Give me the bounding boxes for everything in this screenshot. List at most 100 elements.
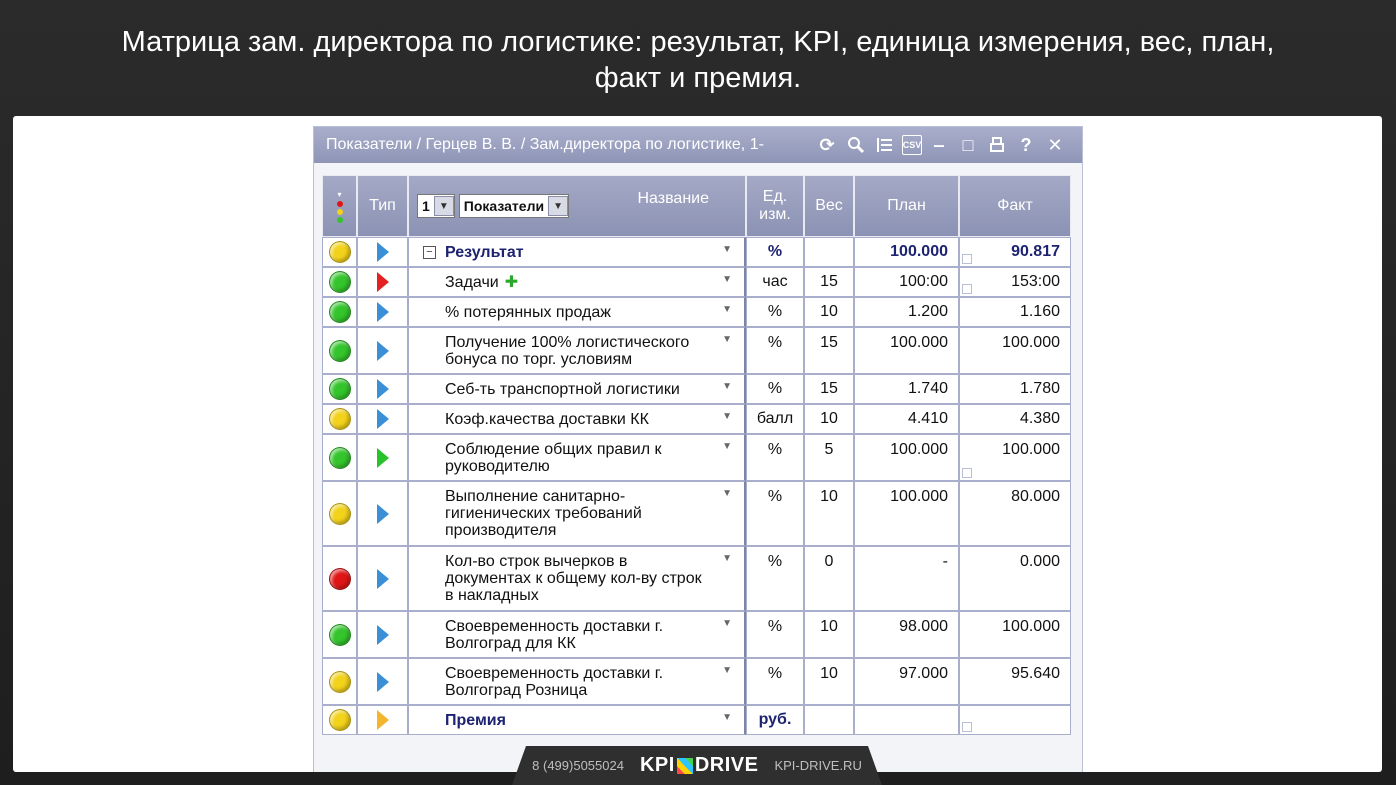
help-icon[interactable]: ?	[1014, 133, 1038, 157]
plan-cell[interactable]: 1.200	[854, 297, 959, 327]
play-triangle-icon[interactable]	[376, 379, 389, 399]
header-type[interactable]: Тип	[357, 175, 408, 237]
csv-icon[interactable]: CSV	[902, 135, 922, 155]
fact-cell[interactable]: 153:00	[959, 267, 1071, 297]
kpi-name-cell[interactable]: Соблюдение общих правил к руководителю ▼	[408, 434, 746, 481]
header-fact[interactable]: Факт	[959, 175, 1071, 237]
table-row[interactable]: Выполнение санитарно-гигиенических требо…	[322, 481, 1071, 546]
kpi-name-cell[interactable]: % потерянных продаж ▼	[408, 297, 746, 327]
type-cell[interactable]	[357, 434, 408, 481]
weight-cell[interactable]: 10	[804, 658, 854, 705]
weight-cell[interactable]: 15	[804, 374, 854, 404]
weight-cell[interactable]: 15	[804, 327, 854, 374]
fact-cell[interactable]: 100.000	[959, 434, 1071, 481]
dropdown-arrow-icon[interactable]: ▼	[722, 441, 732, 452]
dropdown-arrow-icon[interactable]: ▼	[722, 304, 732, 315]
weight-cell[interactable]: 10	[804, 611, 854, 658]
maximize-icon[interactable]: □	[956, 133, 980, 157]
fact-cell[interactable]: 80.000	[959, 481, 1071, 546]
kpi-name-cell[interactable]: Своевременность доставки г. Волгоград Ро…	[408, 658, 746, 705]
fact-cell[interactable]: 0.000	[959, 546, 1071, 611]
fact-cell[interactable]: 4.380	[959, 404, 1071, 434]
type-cell[interactable]	[357, 611, 408, 658]
type-cell[interactable]	[357, 658, 408, 705]
weight-cell[interactable]: 10	[804, 481, 854, 546]
header-plan[interactable]: План	[854, 175, 959, 237]
table-row[interactable]: Получение 100% логистического бонуса по …	[322, 327, 1071, 374]
table-row[interactable]: Коэф.качества доставки КК ▼ балл 10 4.410 4.3…	[322, 404, 1071, 434]
fact-cell[interactable]: 90.817	[959, 237, 1071, 267]
play-triangle-icon[interactable]	[376, 302, 389, 322]
kpi-name-cell[interactable]: Получение 100% логистического бонуса по …	[408, 327, 746, 374]
plan-cell[interactable]: 100.000	[854, 434, 959, 481]
dropdown-arrow-icon[interactable]: ▼	[722, 488, 732, 499]
close-icon[interactable]: ✕	[1043, 133, 1067, 157]
kpi-name-cell[interactable]: Задачи ✚ ▼	[408, 267, 746, 297]
fact-cell[interactable]: 1.780	[959, 374, 1071, 404]
plan-cell[interactable]: 100.000	[854, 481, 959, 546]
kpi-name-cell[interactable]: Кол-во строк вычерков в документах к общ…	[408, 546, 746, 611]
weight-cell[interactable]: 0	[804, 546, 854, 611]
weight-cell[interactable]: 10	[804, 404, 854, 434]
play-triangle-icon[interactable]	[376, 503, 389, 524]
header-name[interactable]: Название	[638, 190, 710, 208]
dropdown-arrow-icon[interactable]: ▼	[722, 244, 732, 255]
type-cell[interactable]	[357, 374, 408, 404]
table-row[interactable]: Задачи ✚ ▼ час 15 100:00 153:00	[322, 267, 1071, 297]
fact-cell[interactable]: 100.000	[959, 327, 1071, 374]
weight-cell[interactable]: 5	[804, 434, 854, 481]
fact-cell[interactable]: 1.160	[959, 297, 1071, 327]
collapse-icon[interactable]: −	[423, 246, 436, 259]
print-icon[interactable]	[985, 133, 1009, 157]
weight-cell[interactable]: 10	[804, 297, 854, 327]
play-triangle-icon[interactable]	[376, 340, 389, 361]
table-row[interactable]: Себ-ть транспортной логистики ▼% 15 1.740 1.…	[322, 374, 1071, 404]
table-row[interactable]: Кол-во строк вычерков в документах к общ…	[322, 546, 1071, 611]
plan-cell[interactable]: 98.000	[854, 611, 959, 658]
plan-cell[interactable]	[854, 705, 959, 735]
table-row[interactable]: % потерянных продаж ▼% 10 1.200 1.160	[322, 297, 1071, 327]
dropdown-arrow-icon[interactable]: ▼	[722, 334, 732, 345]
level-select[interactable]: 1 ▼	[417, 194, 455, 218]
table-row[interactable]: Премия ▼ руб.	[322, 705, 1071, 735]
kpi-name-cell[interactable]: Себ-ть транспортной логистики ▼	[408, 374, 746, 404]
comment-corner-icon[interactable]	[962, 722, 972, 732]
table-row[interactable]: Соблюдение общих правил к руководителю ▼%…	[322, 434, 1071, 481]
list-icon[interactable]	[873, 133, 897, 157]
dropdown-arrow-icon[interactable]: ▼	[722, 712, 732, 723]
dropdown-arrow-icon[interactable]: ▼	[722, 411, 732, 422]
header-unit[interactable]: Ед. изм.	[746, 175, 804, 237]
plan-cell[interactable]: 100.000	[854, 327, 959, 374]
search-icon[interactable]	[844, 133, 868, 157]
weight-cell[interactable]	[804, 705, 854, 735]
plan-cell[interactable]: 1.740	[854, 374, 959, 404]
play-triangle-icon[interactable]	[376, 242, 389, 262]
play-triangle-icon[interactable]	[376, 624, 389, 645]
view-select[interactable]: Показатели ▼	[458, 194, 570, 218]
weight-cell[interactable]: 15	[804, 267, 854, 297]
dropdown-arrow-icon[interactable]: ▼	[722, 553, 732, 564]
table-row[interactable]: − Результат ▼% 100.000 90.817	[322, 237, 1071, 267]
kpi-name-cell[interactable]: Премия ▼	[408, 705, 746, 735]
plan-cell[interactable]: -	[854, 546, 959, 611]
kpi-name-cell[interactable]: Выполнение санитарно-гигиенических требо…	[408, 481, 746, 546]
play-triangle-icon[interactable]	[376, 272, 389, 292]
kpi-name-cell[interactable]: − Результат ▼	[408, 237, 746, 267]
comment-corner-icon[interactable]	[962, 254, 972, 264]
dropdown-arrow-icon[interactable]: ▼	[722, 274, 732, 285]
fact-cell[interactable]	[959, 705, 1071, 735]
play-triangle-icon[interactable]	[376, 447, 389, 468]
fact-cell[interactable]: 95.640	[959, 658, 1071, 705]
plan-cell[interactable]: 100.000	[854, 237, 959, 267]
header-lights[interactable]: ▾	[322, 175, 357, 237]
type-cell[interactable]	[357, 481, 408, 546]
type-cell[interactable]	[357, 327, 408, 374]
play-triangle-icon[interactable]	[376, 409, 389, 429]
type-cell[interactable]	[357, 267, 408, 297]
minimize-icon[interactable]: ‒	[927, 133, 951, 157]
fact-cell[interactable]: 100.000	[959, 611, 1071, 658]
header-weight[interactable]: Вес	[804, 175, 854, 237]
dropdown-arrow-icon[interactable]: ▼	[722, 381, 732, 392]
weight-cell[interactable]	[804, 237, 854, 267]
plan-cell[interactable]: 100:00	[854, 267, 959, 297]
